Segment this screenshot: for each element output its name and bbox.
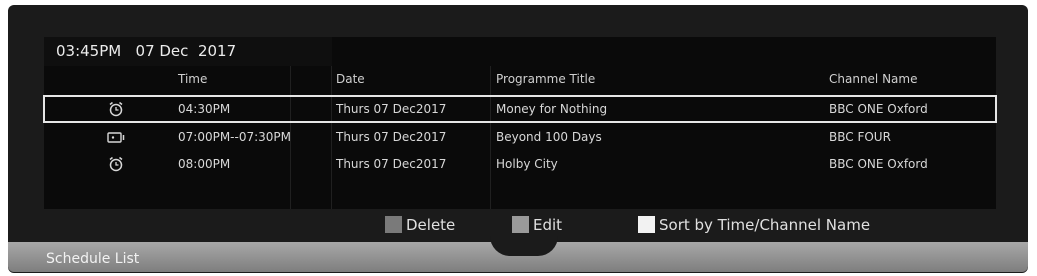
row-date: Thurs 07 Dec2017 bbox=[336, 130, 447, 144]
row-programme-title: Money for Nothing bbox=[496, 102, 608, 116]
edit-label: Edit bbox=[533, 216, 563, 234]
header-channel-name: Channel Name bbox=[829, 72, 918, 86]
row-channel-name: BBC FOUR bbox=[829, 130, 891, 144]
row-date: Thurs 07 Dec2017 bbox=[336, 157, 447, 171]
record-icon bbox=[107, 132, 125, 143]
column-header: Time Date Programme Title Channel Name bbox=[44, 66, 996, 92]
header-programme-title: Programme Title bbox=[496, 72, 596, 86]
row-channel-name: BBC ONE Oxford bbox=[829, 102, 928, 116]
row-time: 08:00PM bbox=[178, 157, 231, 171]
schedule-row[interactable]: 08:00PM Thurs 07 Dec2017 Holby City BBC … bbox=[44, 151, 996, 177]
delete-label: Delete bbox=[406, 216, 456, 234]
row-programme-title: Holby City bbox=[496, 157, 558, 171]
footer-notch bbox=[490, 236, 558, 256]
schedule-list: 04:30PM Thurs 07 Dec2017 Money for Nothi… bbox=[43, 94, 997, 209]
header-time: Time bbox=[178, 72, 208, 86]
row-channel-name: BBC ONE Oxford bbox=[829, 157, 928, 171]
row-time: 07:00PM--07:30PM bbox=[178, 130, 292, 144]
current-time: 03:45PM bbox=[56, 42, 122, 60]
white-key-icon bbox=[638, 216, 655, 233]
delete-action[interactable]: Delete bbox=[385, 214, 455, 236]
alarm-clock-icon bbox=[109, 156, 123, 172]
sort-label: Sort by Time/Channel Name bbox=[659, 216, 871, 234]
edit-action[interactable]: Edit bbox=[512, 214, 562, 236]
current-date: 07 Dec 2017 bbox=[135, 42, 237, 60]
sort-action[interactable]: Sort by Time/Channel Name bbox=[638, 214, 870, 236]
schedule-row[interactable]: 07:00PM--07:30PM Thurs 07 Dec2017 Beyond… bbox=[44, 124, 996, 150]
row-date: Thurs 07 Dec2017 bbox=[336, 102, 447, 116]
schedule-list-title: Schedule List bbox=[46, 251, 140, 267]
row-time: 04:30PM bbox=[178, 102, 231, 116]
schedule-row[interactable]: 04:30PM Thurs 07 Dec2017 Money for Nothi… bbox=[43, 95, 997, 123]
grey-key-icon bbox=[385, 216, 402, 233]
current-datetime: 03:45PM 07 Dec 2017 bbox=[44, 37, 332, 66]
row-programme-title: Beyond 100 Days bbox=[496, 130, 602, 144]
alarm-clock-icon bbox=[109, 101, 123, 117]
grey-key-icon bbox=[512, 216, 529, 233]
header-date: Date bbox=[336, 72, 365, 86]
